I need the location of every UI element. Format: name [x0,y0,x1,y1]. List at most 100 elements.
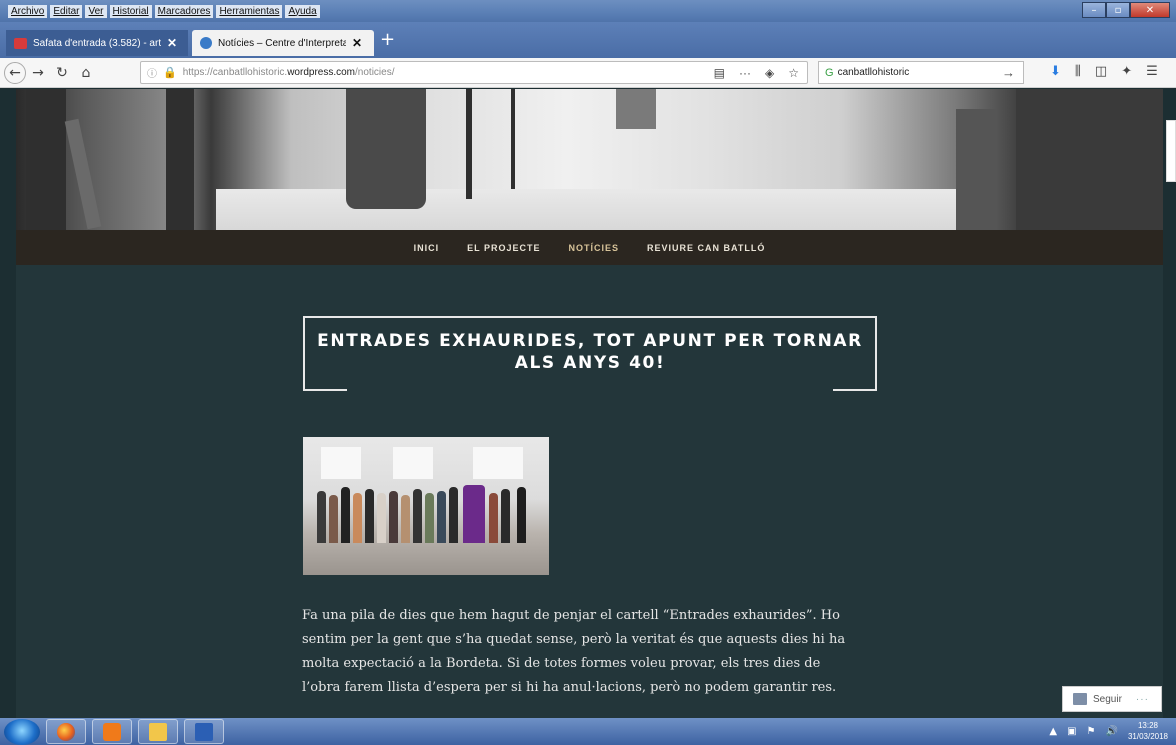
photo-detail [463,485,485,543]
tab-title: Notícies – Centre d'Interpretac [218,37,346,49]
hero-shape [26,89,66,230]
start-button[interactable] [4,718,40,745]
clock-date: 31/03/2018 [1127,732,1168,741]
post-title[interactable]: ENTRADES EXHAURIDES, TOT APUNT PER TORNA… [305,330,875,374]
photo-detail [473,447,523,479]
bookmark-star-icon[interactable]: ☆ [788,66,799,80]
tab-strip: Safata d'entrada (3.582) - artiu ✕ Notíc… [0,22,1176,58]
photo-detail [317,491,326,543]
photo-detail [437,491,446,543]
web-page: INICI EL PROJECTE NOTÍCIES REVIURE CAN B… [16,89,1163,718]
photo-detail [401,495,410,543]
url-bar[interactable]: ⓘ 🔒 https://canbatllohistoric. wordpress.… [140,61,808,84]
reader-view-icon[interactable]: ▤ [714,66,725,80]
network-icon[interactable]: ▣ [1067,726,1076,737]
search-engine-icon: G [825,66,834,79]
minimize-button[interactable]: – [1082,2,1106,18]
search-input[interactable]: G canbatllohistoric → [818,61,1024,84]
menu-icon[interactable]: ☰ [1146,64,1158,79]
download-icon[interactable]: ⬇ [1050,64,1061,79]
photo-detail [413,489,422,543]
tab-title: Safata d'entrada (3.582) - artiu [33,37,161,49]
photo-detail [377,493,386,543]
lock-icon: 🔒 [163,67,177,79]
close-tab-icon[interactable]: ✕ [352,36,362,50]
post-title-frame: ENTRADES EXHAURIDES, TOT APUNT PER TORNA… [303,316,877,391]
maximize-button[interactable]: ▫ [1106,2,1130,18]
window-controls: – ▫ ✕ [1082,2,1170,18]
volume-icon[interactable]: 🔊 [1106,726,1118,737]
search-go-icon[interactable]: → [1002,65,1015,80]
photo-detail [393,447,433,479]
photo-detail [353,493,362,543]
photo-detail [321,447,361,479]
site-navigation: INICI EL PROJECTE NOTÍCIES REVIURE CAN B… [16,230,1163,265]
close-window-button[interactable]: ✕ [1130,2,1170,18]
clock[interactable]: 13:28 31/03/2018 [1128,720,1168,742]
follow-button[interactable]: Seguir ··· [1062,686,1162,712]
close-tab-icon[interactable]: ✕ [167,36,177,50]
tray-arrow-icon[interactable]: ▲ [1049,726,1057,737]
taskbar-firefox[interactable] [46,719,86,744]
gmail-icon [14,37,27,49]
hero-shape [466,89,472,199]
forward-button[interactable]: → [26,65,50,81]
search-value: canbatllohistoric [837,67,910,78]
system-tray: ▲ ▣ ⚑ 🔊 13:28 31/03/2018 [1049,720,1168,742]
photo-detail [449,487,458,543]
menu-marcadores[interactable]: Marcadores [154,4,214,18]
taskbar-explorer[interactable] [138,719,178,744]
toolbar-icons: ⬇ ⫼ ◫ ✦ ☰ [1050,64,1158,79]
menu-historial[interactable]: Historial [109,4,152,18]
home-button[interactable]: ⌂ [74,65,98,81]
hero-shape [346,89,426,209]
nav-el-projecte[interactable]: EL PROJECTE [467,243,540,253]
hero-shape [166,89,194,230]
menu-ayuda[interactable]: Ayuda [285,4,320,18]
photo-detail [341,487,350,543]
menu-herramientas[interactable]: Herramientas [216,4,283,18]
hero-floor [216,189,976,230]
reload-button[interactable]: ↻ [50,65,74,81]
menu-ver[interactable]: Ver [85,4,107,18]
follow-label: Seguir [1093,693,1122,705]
info-icon[interactable]: ⓘ [147,65,157,80]
nav-inici[interactable]: INICI [414,243,440,253]
url-prefix: https://canbatllohistoric. [182,67,288,78]
frame-corner-left [303,389,347,391]
photo-detail [489,493,498,543]
extension-icon[interactable]: ✦ [1121,64,1132,79]
sidebar-icon[interactable]: ◫ [1095,64,1107,79]
flag-icon[interactable]: ⚑ [1087,726,1096,737]
hero-shape [1016,89,1163,230]
taskbar-media-player[interactable] [92,719,132,744]
frame-corner-right [833,389,877,391]
photo-detail [425,493,434,543]
media-player-icon [103,722,121,741]
url-host: wordpress.com [287,67,356,78]
menu-bar: Archivo Editar Ver Historial Marcadores … [0,0,1176,22]
scrollbar-handle[interactable] [1166,120,1176,182]
photo-detail [329,495,338,543]
library-icon[interactable]: ⫼ [1075,64,1081,79]
word-icon [195,722,213,741]
new-tab-button[interactable]: + [380,30,395,50]
menu-editar[interactable]: Editar [50,4,83,18]
more-options-icon[interactable]: ··· [1136,694,1149,705]
menu-archivo[interactable]: Archivo [8,4,48,18]
url-path: /noticies/ [355,67,395,78]
page-actions-icon[interactable]: ··· [739,66,751,80]
tab-inbox[interactable]: Safata d'entrada (3.582) - artiu ✕ [6,30,188,56]
photo-detail [365,489,374,543]
post-photo[interactable] [303,437,549,575]
taskbar: ▲ ▣ ⚑ 🔊 13:28 31/03/2018 [0,718,1176,745]
nav-reviure-can-batllo[interactable]: REVIURE CAN BATLLÓ [647,243,765,253]
taskbar-word[interactable] [184,719,224,744]
pocket-icon[interactable]: ◈ [765,66,774,80]
photo-detail [501,489,510,543]
back-button[interactable]: ← [4,61,26,84]
wordpress-icon [200,37,212,49]
hero-shape [616,89,656,129]
nav-noticies[interactable]: NOTÍCIES [569,243,620,253]
tab-noticies[interactable]: Notícies – Centre d'Interpretac ✕ [192,30,374,56]
